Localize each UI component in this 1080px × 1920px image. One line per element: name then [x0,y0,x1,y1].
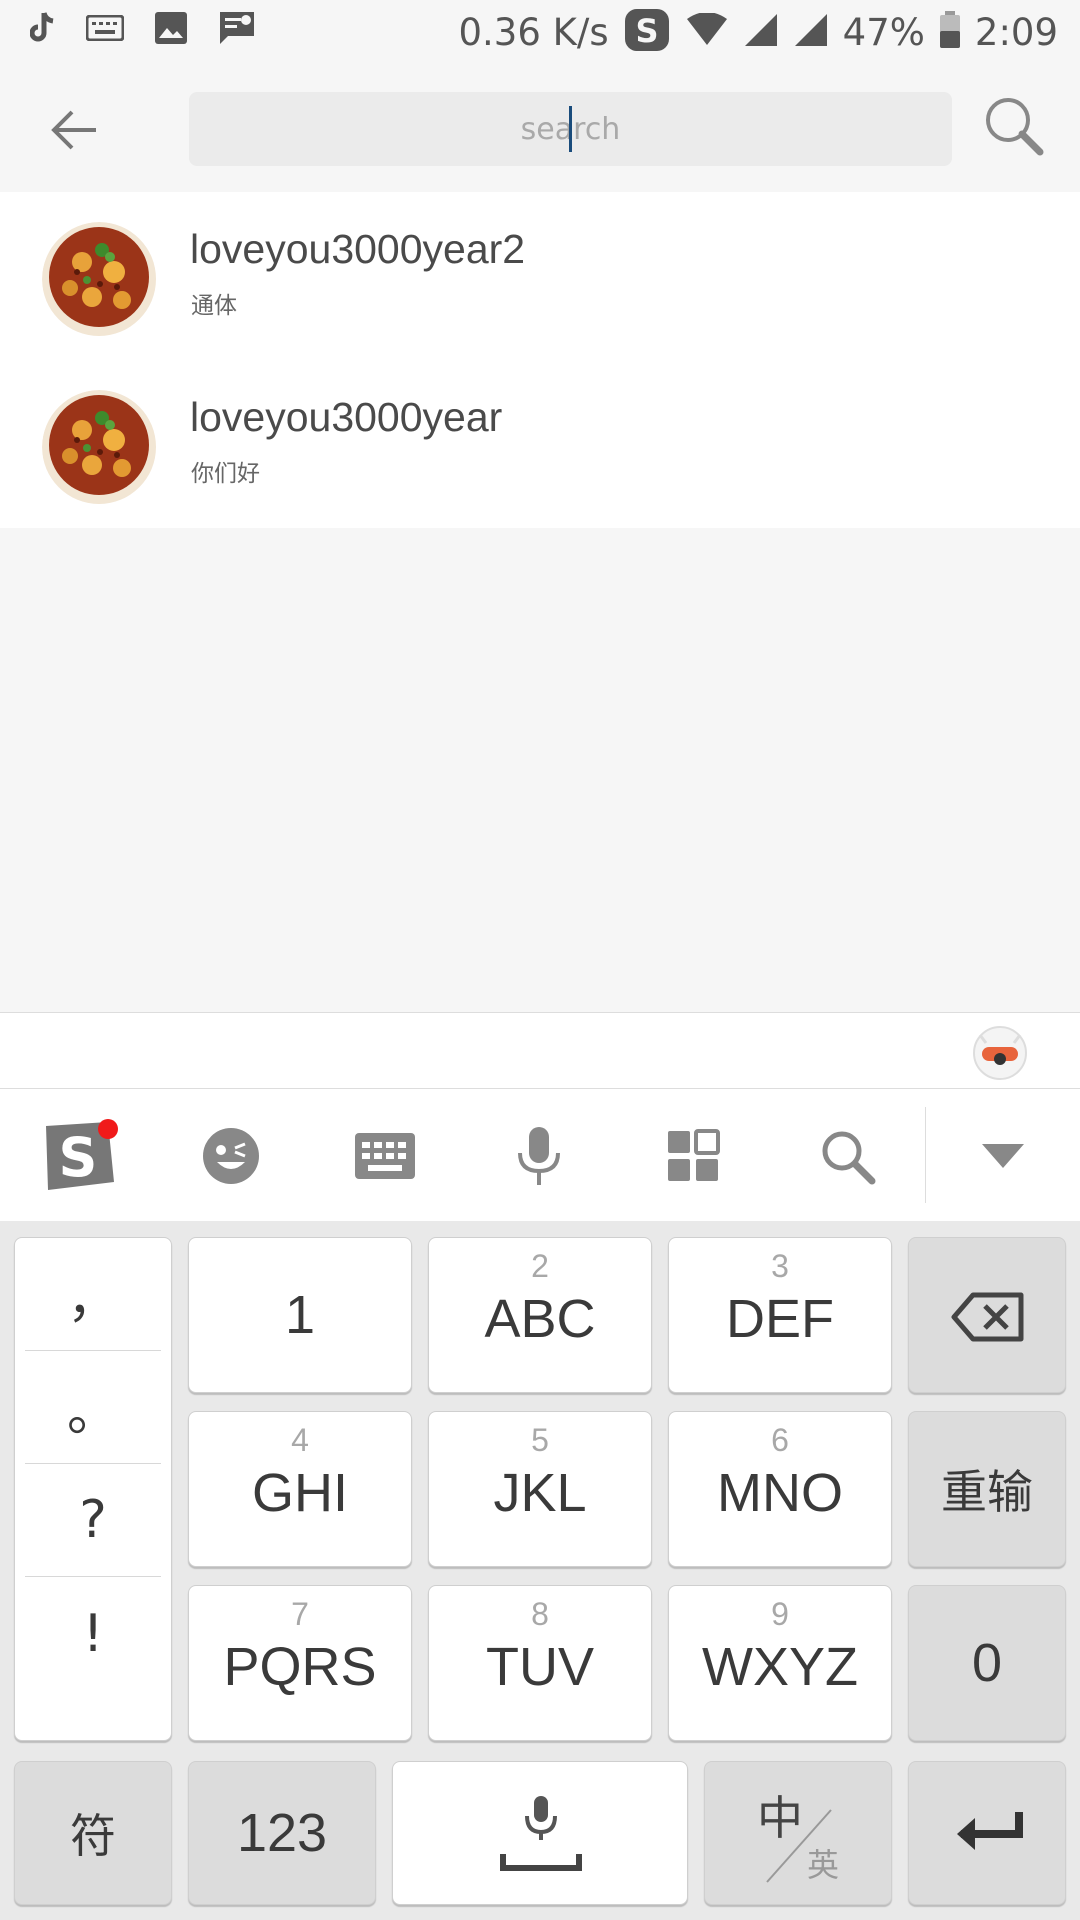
search-bar[interactable] [189,92,952,166]
key-question[interactable]: ? [25,1464,161,1577]
keyboard-switch-button[interactable] [340,1111,430,1201]
keyboard-icon [355,1133,415,1179]
chevron-down-icon [982,1144,1024,1168]
enter-icon [957,1812,1023,1850]
wifi-icon [685,12,729,51]
emoji-button[interactable] [186,1111,276,1201]
text-cursor [569,106,572,152]
battery-percent: 47% [842,10,925,54]
key-number: 9 [771,1596,789,1632]
notification-dot [98,1119,118,1139]
ime-toolbar: S [0,1089,1080,1221]
toolbar-divider [925,1107,926,1203]
key-9[interactable]: 9 WXYZ [668,1585,892,1741]
key-number: 2 [531,1248,549,1284]
symbols-key[interactable]: 符 [14,1761,172,1905]
apps-button[interactable] [648,1111,738,1201]
network-speed: 0.36 K/s [458,10,609,54]
result-subtitle: 通体 [191,293,237,319]
key-2[interactable]: 2 ABC [428,1237,652,1393]
key-8[interactable]: 8 TUV [428,1585,652,1741]
status-bar: 0.36 K/s S 47% 2:09 [0,0,1080,64]
language-switch-key[interactable]: 中 英 [704,1761,892,1905]
key-letters: ABC [484,1289,596,1349]
avatar [42,390,157,505]
ime-search-button[interactable] [802,1111,892,1201]
key-label: 符 [70,1809,116,1863]
key-6[interactable]: 6 MNO [668,1411,892,1567]
key-1[interactable]: 1 [188,1237,412,1393]
avatar [42,222,157,337]
microphone-icon [518,1127,560,1185]
key-letters: TUV [486,1637,594,1697]
tiktok-icon [29,11,56,49]
image-icon [154,11,188,49]
key-label: 0 [971,1633,1003,1693]
key-4[interactable]: 4 GHI [188,1411,412,1567]
sogou-icon: S [623,7,671,57]
list-item[interactable]: loveyou3000year2 通体 [0,192,1080,360]
list-item[interactable]: loveyou3000year 你们好 [0,360,1080,528]
key-5[interactable]: 5 JKL [428,1411,652,1567]
voice-input-button[interactable] [494,1111,584,1201]
emoji-icon [203,1128,259,1184]
signal-icon [743,12,779,52]
space-microphone-icon [500,1796,582,1871]
back-button[interactable] [38,94,110,166]
ime-candidate-bar [0,1012,1080,1089]
hide-keyboard-button[interactable] [958,1111,1048,1201]
backspace-key[interactable] [908,1237,1066,1393]
arrow-left-icon [51,110,96,150]
search-icon [986,98,1044,156]
key-letters: WXYZ [702,1637,858,1697]
reenter-key[interactable]: 重输 [908,1411,1066,1567]
signal-icon-2 [793,12,829,52]
key-number: 7 [291,1596,309,1632]
key-period[interactable]: 。 [25,1351,161,1464]
language-en-label: 英 [807,1846,840,1884]
svg-text:S: S [59,1126,98,1189]
result-name: loveyou3000year [190,394,503,440]
enter-key[interactable] [908,1761,1066,1905]
key-letters: MNO [717,1463,843,1523]
search-header [0,64,1080,192]
keyboard-icon [85,14,125,45]
key-letters: PQRS [223,1637,377,1697]
search-results: loveyou3000year2 通体 loveyou3000year 你们好 [0,192,1080,528]
sogou-menu-button[interactable]: S [32,1111,122,1201]
message-icon [218,10,256,50]
key-0[interactable]: 0 [908,1585,1066,1741]
punctuation-column: ， 。 ? ! [14,1237,172,1741]
key-number: 5 [531,1422,549,1458]
space-key[interactable] [392,1761,688,1905]
clock: 2:09 [974,10,1058,54]
battery-icon [939,11,961,53]
key-number: 4 [291,1422,309,1458]
key-letters: JKL [493,1463,587,1523]
key-label: 重输 [941,1465,1033,1519]
key-number: 6 [771,1422,789,1458]
key-number: 3 [771,1248,789,1284]
search-button[interactable] [976,88,1052,164]
result-subtitle: 你们好 [191,461,260,487]
key-label: 1 [284,1285,316,1345]
key-letters: DEF [726,1289,834,1349]
key-comma[interactable]: ， [25,1238,161,1351]
svg-text:S: S [635,12,658,50]
key-exclamation[interactable]: ! [25,1577,161,1690]
result-name: loveyou3000year2 [190,226,526,272]
backspace-icon [951,1292,1024,1342]
key-letters: GHI [251,1463,348,1523]
grid-icon [668,1129,720,1181]
number-mode-key[interactable]: 123 [188,1761,376,1905]
mascot-icon[interactable] [970,1021,1030,1081]
t9-keyboard: ， 。 ? ! 1 2 ABC 3 DEF 4 GHI 5 JKL 6 MNO … [0,1221,1080,1920]
key-number: 8 [531,1596,549,1632]
key-label: 123 [236,1803,328,1863]
search-icon [822,1131,876,1185]
key-7[interactable]: 7 PQRS [188,1585,412,1741]
key-3[interactable]: 3 DEF [668,1237,892,1393]
